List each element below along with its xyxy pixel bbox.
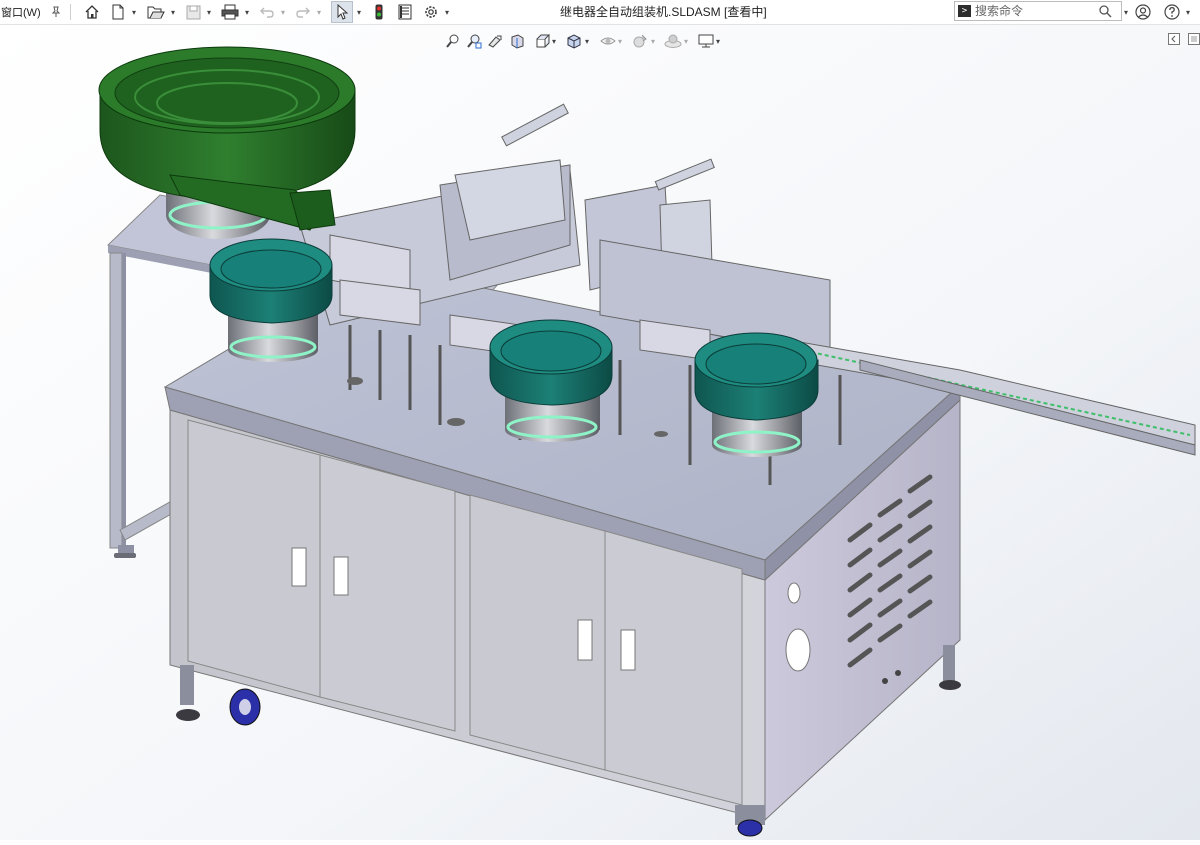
home-icon[interactable] xyxy=(82,0,102,24)
file-properties-icon[interactable] xyxy=(395,0,415,24)
small-feeder-bowl-left xyxy=(209,238,333,362)
apply-scene-icon[interactable] xyxy=(663,30,683,52)
chevron-down-icon[interactable]: ▾ xyxy=(1186,8,1190,17)
separator xyxy=(70,4,71,20)
search-icon[interactable] xyxy=(1098,4,1112,23)
open-document-icon[interactable] xyxy=(145,0,167,24)
chevron-down-icon[interactable]: ▾ xyxy=(716,37,720,46)
rebuild-traffic-light-icon[interactable] xyxy=(370,0,388,24)
print-icon[interactable] xyxy=(219,0,241,24)
chevron-down-icon[interactable]: ▾ xyxy=(171,8,175,17)
edit-appearance-icon[interactable] xyxy=(630,30,650,52)
small-feeder-bowl-center xyxy=(489,319,613,442)
previous-view-icon[interactable] xyxy=(486,30,504,52)
chevron-down-icon[interactable]: ▾ xyxy=(684,37,688,46)
chevron-down-icon[interactable]: ▾ xyxy=(207,8,211,17)
undo-icon[interactable] xyxy=(257,0,277,24)
command-prompt-icon: > xyxy=(958,5,971,17)
mounting-hole xyxy=(347,377,363,385)
user-account-icon[interactable] xyxy=(1133,0,1153,24)
window-menu[interactable]: 窗口(W) xyxy=(0,0,43,24)
small-feeder-bowl-right xyxy=(694,332,819,457)
view-orientation-icon[interactable] xyxy=(532,30,552,52)
save-icon[interactable] xyxy=(183,0,203,24)
options-gear-icon[interactable] xyxy=(421,0,441,24)
chevron-down-icon[interactable]: ▾ xyxy=(245,8,249,17)
select-pointer-icon[interactable] xyxy=(331,1,353,23)
new-document-icon[interactable] xyxy=(108,0,128,24)
collapse-panel-icon[interactable] xyxy=(1168,32,1182,46)
chevron-down-icon[interactable]: ▾ xyxy=(132,8,136,17)
chevron-down-icon[interactable]: ▾ xyxy=(317,8,321,17)
pin-icon[interactable] xyxy=(47,0,65,24)
chevron-down-icon[interactable]: ▾ xyxy=(357,8,361,17)
view-settings-icon[interactable] xyxy=(696,30,716,52)
heads-up-view-toolbar: ▾ ▾ ▾ ▾ ▾ ▾ xyxy=(440,30,730,52)
graphics-viewport[interactable] xyxy=(0,25,1200,840)
zoom-to-fit-icon[interactable] xyxy=(444,30,462,52)
chevron-down-icon[interactable]: ▾ xyxy=(585,37,589,46)
help-icon[interactable] xyxy=(1162,0,1182,24)
title-bar: 窗口(W) ▾ ▾ ▾ ▾ ▾ ▾ ▾ ▾ 继电器全自动组装机.SLDASM [… xyxy=(0,0,1200,25)
display-style-icon[interactable] xyxy=(564,30,584,52)
document-title: 继电器全自动组装机.SLDASM [查看中] xyxy=(560,5,767,19)
expand-panel-icon[interactable] xyxy=(1188,32,1200,46)
search-command-box[interactable]: > xyxy=(954,1,1122,21)
chevron-down-icon[interactable]: ▾ xyxy=(651,37,655,46)
chevron-down-icon[interactable]: ▾ xyxy=(1124,8,1128,17)
chevron-down-icon[interactable]: ▾ xyxy=(445,8,449,17)
zoom-to-area-icon[interactable] xyxy=(465,30,483,52)
section-view-icon[interactable] xyxy=(507,30,527,52)
chevron-down-icon[interactable]: ▾ xyxy=(618,37,622,46)
mounting-hole xyxy=(654,431,668,437)
redo-icon[interactable] xyxy=(293,0,313,24)
hide-show-items-icon[interactable] xyxy=(598,30,618,52)
chevron-down-icon[interactable]: ▾ xyxy=(281,8,285,17)
search-input[interactable] xyxy=(975,2,1095,20)
mounting-hole xyxy=(447,418,465,426)
chevron-down-icon[interactable]: ▾ xyxy=(552,37,556,46)
assembly-model[interactable] xyxy=(0,25,1200,840)
